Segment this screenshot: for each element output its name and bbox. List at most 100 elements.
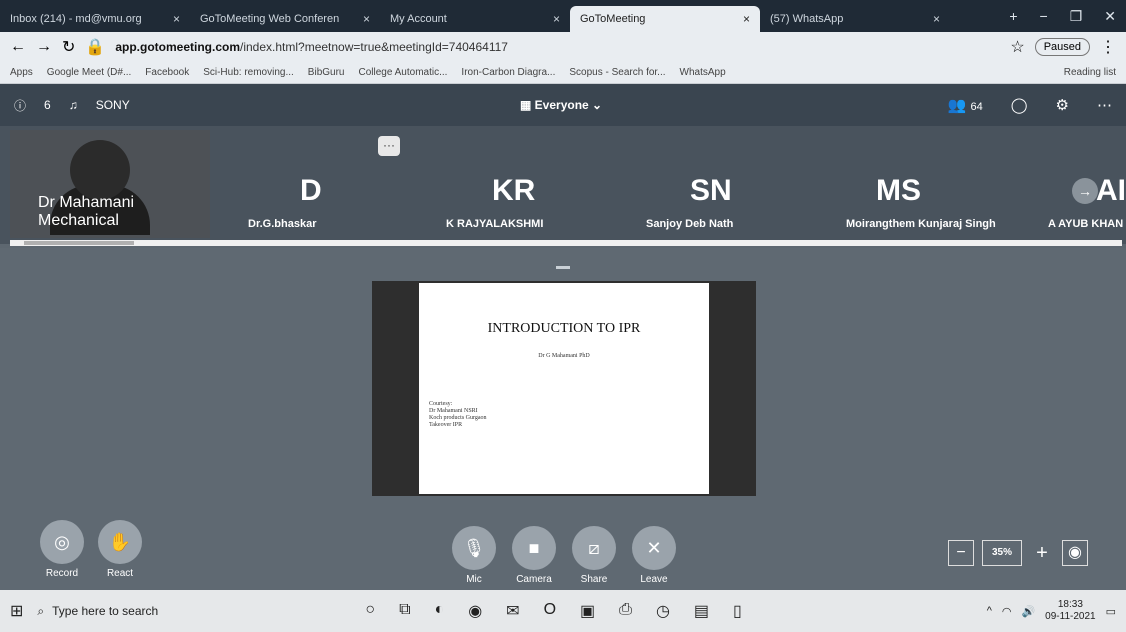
close-icon[interactable]: × [363,12,370,26]
share-button[interactable]: ⧄ [572,526,616,570]
bookmark-bibguru[interactable]: BibGuru [308,67,345,78]
camera-icon: ■ [528,538,540,558]
reading-list-button[interactable]: Reading list [1064,67,1116,78]
bookmark-college[interactable]: College Automatic... [358,67,447,78]
file-icon[interactable]: ▤ [694,601,709,621]
forward-icon[interactable]: → [36,38,52,56]
slide-credit-line: Dr Mahamani NSRI [429,408,478,414]
new-tab-icon[interactable]: + [1009,8,1017,25]
leave-button[interactable]: ✕ [632,526,676,570]
clock-app-icon[interactable]: ◷ [656,601,670,621]
bookmark-sci-hub[interactable]: Sci-Hub: removing... [203,67,294,78]
time: 18:33 [1057,599,1083,610]
network-icon[interactable]: ◠ [1002,605,1012,618]
maximize-icon[interactable]: ❐ [1070,8,1083,25]
lock-icon: 🔒 [85,39,106,56]
search-placeholder: Type here to search [52,604,159,618]
close-icon[interactable]: × [553,12,560,26]
opera-icon[interactable]: O [544,601,556,621]
participant-name: Dr.G.bhaskar [248,218,317,230]
close-icon[interactable]: × [173,12,180,26]
close-icon[interactable]: × [743,12,750,26]
mic-button[interactable]: 🎙 [452,526,496,570]
camera-button[interactable]: ■ [512,526,556,570]
tab-my-account[interactable]: My Account × [380,6,570,32]
volume-icon[interactable]: 🔊 [1021,605,1035,618]
more-dots-icon[interactable]: ⋯ [1097,96,1112,114]
participants-button[interactable]: 👥 64 [948,96,983,114]
participant-tile[interactable]: KR K RAJYALAKSHMI [430,130,620,238]
minimize-icon[interactable]: − [1040,8,1048,25]
document-icon[interactable]: ▯ [733,601,742,621]
edge-icon[interactable]: ◐ [435,601,445,621]
settings-gear-icon[interactable]: ⚙ [1056,96,1069,114]
zoom-in-button[interactable]: + [1030,541,1054,565]
clock[interactable]: 18:33 09-11-2021 [1045,599,1095,623]
participant-name: Moirangthem Kunjaraj Singh [846,218,996,230]
leave-x-icon: ✕ [646,538,662,558]
scrollbar-thumb[interactable] [24,241,134,245]
view-selector[interactable]: ▦ Everyone ⌄ [520,98,602,112]
cortana-icon[interactable]: ○ [365,601,375,621]
chevron-up-icon[interactable]: ^ [987,605,992,617]
bookmark-whatsapp[interactable]: WhatsApp [680,67,726,78]
profile-paused-button[interactable]: Paused [1034,38,1090,56]
tab-inbox[interactable]: Inbox (214) - md@vmu.org × [0,6,190,32]
participant-tile[interactable]: SN Sanjoy Deb Nath [630,130,820,238]
react-button[interactable]: ✋ [98,520,142,564]
screenshot-camera-icon[interactable]: ◉ [1062,540,1088,566]
notifications-icon[interactable]: ▭ [1106,605,1116,618]
camera-label: Camera [516,574,552,585]
audio-device-icon: ♫ [68,98,78,112]
task-view-icon[interactable]: ⧉ [399,601,410,621]
participants-scrollbar[interactable] [10,240,1122,246]
store-icon[interactable]: ▣ [580,601,595,621]
shared-screen[interactable]: INTRODUCTION TO IPR Dr G Mahamani PhD Co… [372,281,756,496]
chat-icon[interactable]: ◯ [1011,96,1028,114]
back-icon[interactable]: ← [10,38,26,56]
tab-whatsapp[interactable]: (57) WhatsApp × [760,6,950,32]
leave-label: Leave [640,574,668,585]
audio-device-label[interactable]: SONY [96,98,130,112]
bookmark-iron-carbon[interactable]: Iron-Carbon Diagra... [461,67,555,78]
tab-gotomeeting-web[interactable]: GoToMeeting Web Conferen × [190,6,380,32]
share-label: Share [580,574,608,585]
bookmark-facebook[interactable]: Facebook [145,67,189,78]
video-person-head [70,140,130,200]
lock-count: 6 [44,98,51,112]
tab-gotomeeting[interactable]: GoToMeeting × [570,6,760,32]
participant-video-tile[interactable]: Dr Mahamani Mechanical [10,130,210,238]
participant-initials: D [300,174,322,207]
drag-handle[interactable] [556,266,570,269]
close-window-icon[interactable]: ✕ [1104,8,1116,25]
mic-label: Mic [466,574,482,585]
slide-credits: Courtesy: Dr Mahamani NSRI Koch products… [429,401,487,429]
next-page-arrow-icon[interactable]: → [1072,178,1098,204]
participant-name: Sanjoy Deb Nath [646,218,734,230]
reload-icon[interactable]: ↻ [62,37,75,57]
chrome-icon[interactable]: ◉ [468,601,482,621]
hand-icon: ✋ [108,532,132,552]
record-button[interactable]: ◎ [40,520,84,564]
printer-icon[interactable]: ⎙ [619,601,632,621]
mail-icon[interactable]: ✉ [506,601,519,621]
info-icon[interactable]: ⓘ [14,97,26,114]
star-icon[interactable]: ☆ [1010,37,1024,57]
participants-count: 64 [970,101,983,113]
menu-dots-icon[interactable]: ⋮ [1100,37,1116,57]
participant-tile[interactable]: MS Moirangthem Kunjaraj Singh [830,130,1020,238]
participant-tile[interactable]: D Dr.G.bhaskar [230,130,410,238]
taskbar-search[interactable]: ⌕ Type here to search [37,604,337,619]
view-label: Everyone [534,98,589,112]
bookmark-apps[interactable]: Apps [10,67,33,78]
bookmark-google-meet[interactable]: Google Meet (D#... [47,67,131,78]
zoom-out-button[interactable]: − [948,540,974,566]
slide-credit-line: Courtesy: [429,401,453,407]
record-label: Record [45,568,79,579]
url-field[interactable]: app.gotomeeting.com/index.html?meetnow=t… [115,40,1000,54]
bookmark-scopus[interactable]: Scopus - Search for... [569,67,665,78]
windows-start-icon[interactable]: ⊞ [10,601,23,621]
slide-credit-line: Koch products Gurgaon [429,415,487,421]
screen-share-stage: INTRODUCTION TO IPR Dr G Mahamani PhD Co… [0,248,1126,590]
close-icon[interactable]: × [933,12,940,26]
